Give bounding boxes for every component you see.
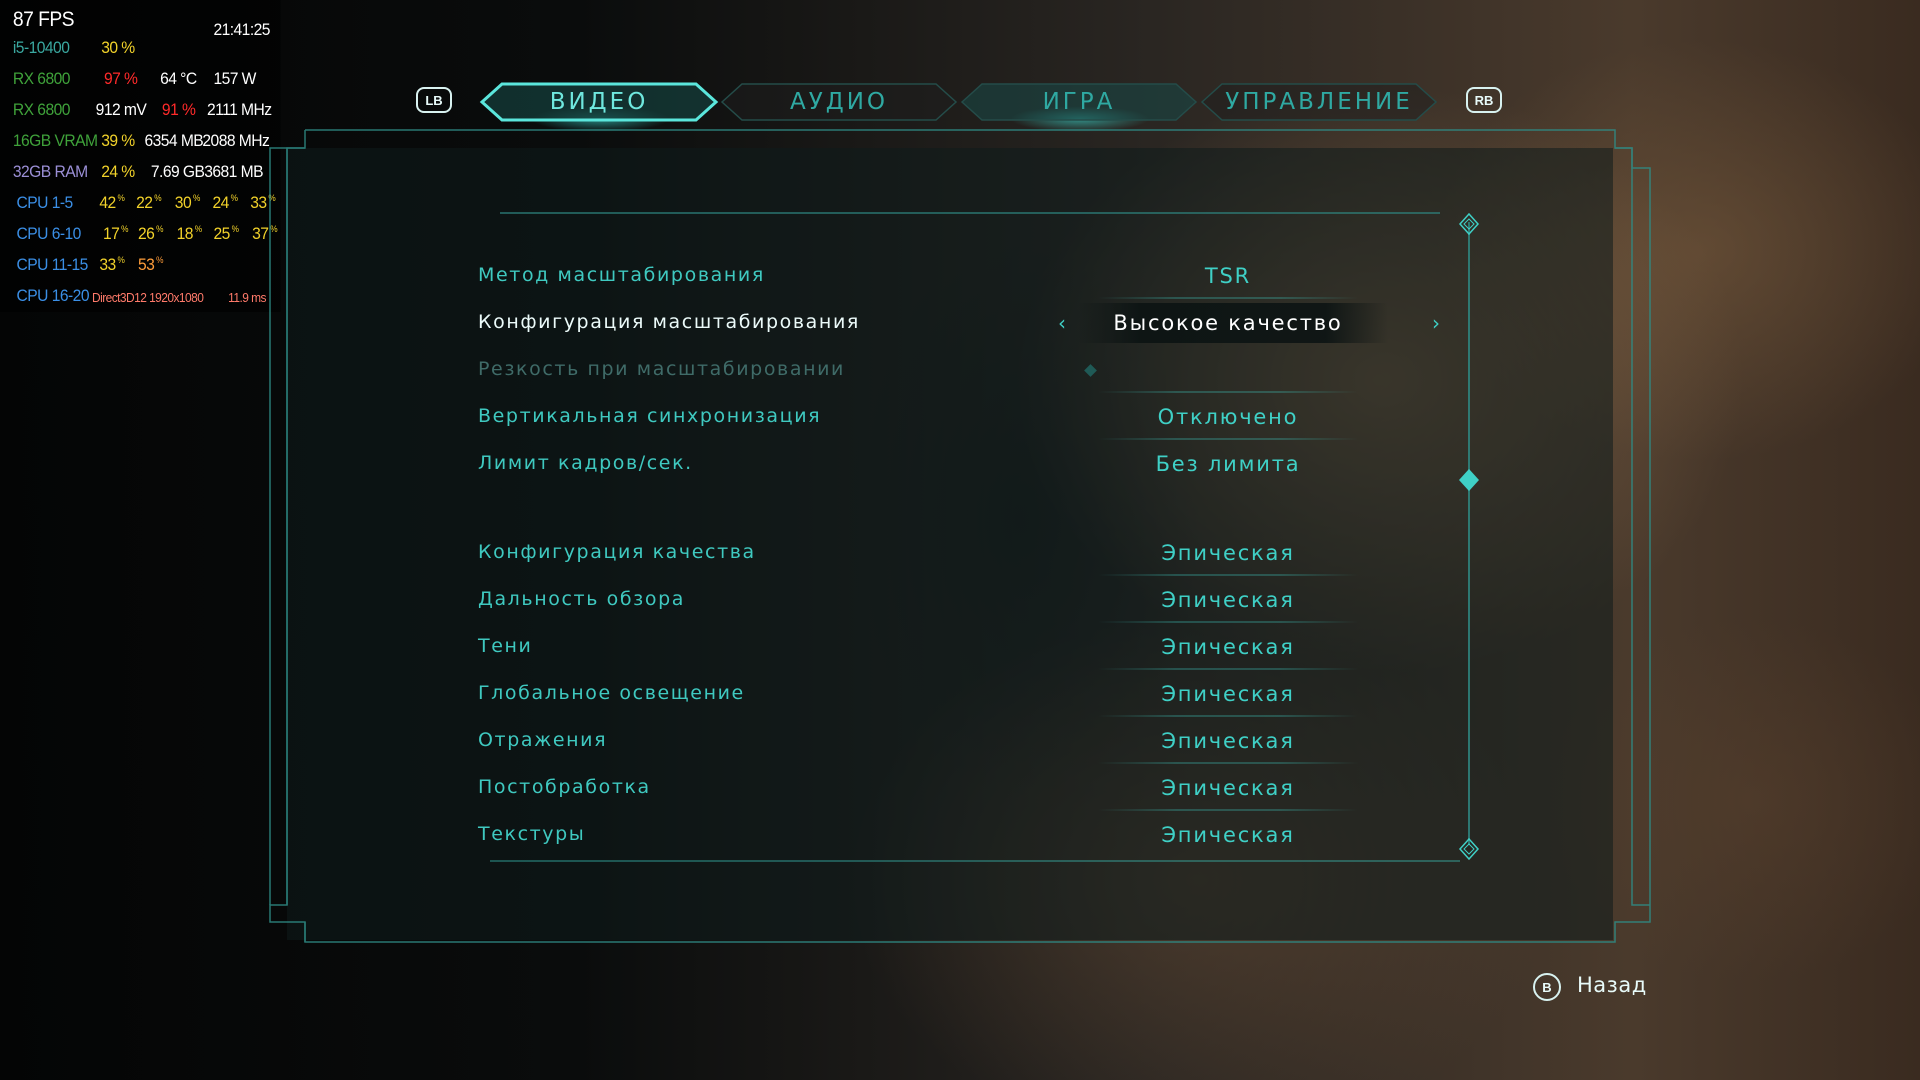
cpu-group-label: CPU 6-10 <box>16 224 82 243</box>
gpu-voltage: 912 mV <box>95 100 147 119</box>
setting-quality-preset[interactable]: Конфигурация качества Эпическая <box>478 533 1458 576</box>
setting-reflections[interactable]: Отражения Эпическая <box>478 721 1458 764</box>
setting-vsync[interactable]: Вертикальная синхронизация Отключено <box>478 397 1458 440</box>
setting-label: Резкость при масштабировании <box>478 358 846 380</box>
setting-label: Конфигурация масштабирования <box>478 311 860 333</box>
setting-label: Постобработка <box>478 776 651 798</box>
cpu-core-load: 18% <box>176 224 203 243</box>
vram-load: 39 % <box>101 131 135 150</box>
setting-upscale-config[interactable]: Конфигурация масштабирования ‹ Высокое к… <box>478 303 1458 343</box>
cpu-group-label: CPU 1-5 <box>16 193 74 212</box>
setting-textures[interactable]: Текстуры Эпическая <box>478 815 1458 855</box>
cpu-load: 30 % <box>101 38 135 57</box>
ram-load: 24 % <box>101 162 135 181</box>
vram-clock: 2088 MHz <box>202 131 270 150</box>
cpu-group-label: CPU 11-15 <box>16 255 89 274</box>
cpu-core-load: 42% <box>99 193 125 212</box>
cpu-core-load: 17% <box>103 224 129 243</box>
setting-shadows[interactable]: Тени Эпическая <box>478 627 1458 670</box>
clock: 21:41:25 <box>213 20 270 39</box>
performance-overlay: 87 FPS 21:41:25 i5-10400 30 % RX 6800 97… <box>0 0 281 312</box>
cpu-core-load: 53% <box>138 255 164 274</box>
tab-audio-label: АУДИО <box>789 89 889 115</box>
setting-value: Эпическая <box>1161 588 1295 612</box>
setting-value: Эпическая <box>1161 823 1295 847</box>
setting-label: Метод масштабирования <box>478 264 765 286</box>
arrow-right-icon[interactable]: › <box>1432 311 1440 335</box>
cpu-core-load: 26% <box>138 224 164 243</box>
gpu-temp: 64 °C <box>160 69 197 88</box>
setting-value: Эпическая <box>1161 729 1295 753</box>
tab-video-label: ВИДЕО <box>549 89 649 115</box>
cpu-core-load: 30% <box>174 193 201 212</box>
setting-label: Отражения <box>478 729 608 751</box>
fps-counter: 87 FPS <box>12 8 75 31</box>
gpu-name: RX 6800 <box>12 69 71 88</box>
rb-button[interactable]: RB <box>1466 87 1502 113</box>
setting-label: Лимит кадров/сек. <box>478 452 693 474</box>
setting-value: Эпическая <box>1161 541 1295 565</box>
frametime: 11.9 ms <box>228 290 266 305</box>
setting-upscale-sharpness: Резкость при масштабировании <box>478 350 1458 393</box>
setting-fps-limit[interactable]: Лимит кадров/сек. Без лимита <box>478 444 1458 484</box>
setting-view-distance[interactable]: Дальность обзора Эпическая <box>478 580 1458 623</box>
cpu-core-load: 24% <box>212 193 239 212</box>
setting-value: Без лимита <box>1155 452 1301 476</box>
gpu-load-2: 91 % <box>161 100 196 119</box>
gpu-clock: 2111 MHz <box>207 100 272 119</box>
setting-label: Дальность обзора <box>478 588 685 610</box>
cpu-core-load: 33% <box>99 255 125 274</box>
cpu-core-load: 22% <box>136 193 162 212</box>
setting-label: Конфигурация качества <box>478 541 756 563</box>
back-button-label[interactable]: Назад <box>1577 973 1647 997</box>
setting-value: Эпическая <box>1161 682 1295 706</box>
b-button-icon[interactable]: B <box>1533 973 1561 1001</box>
setting-label: Текстуры <box>478 823 586 845</box>
tab-audio[interactable]: АУДИО <box>719 82 959 122</box>
arrow-left-icon[interactable]: ‹ <box>1058 311 1066 335</box>
ram-name: 32GB RAM <box>12 162 88 181</box>
gpu-load: 97 % <box>103 69 138 88</box>
setting-value: Эпическая <box>1161 635 1295 659</box>
cpu-core-load: 25% <box>213 224 239 243</box>
gpu-name-2: RX 6800 <box>12 100 71 119</box>
setting-value: Эпическая <box>1161 776 1295 800</box>
setting-post-processing[interactable]: Постобработка Эпическая <box>478 768 1458 811</box>
ram-clock: 3681 MB <box>204 162 263 181</box>
cpu-core-load: 33% <box>250 193 276 212</box>
cpu-group-label: CPU 16-20 <box>16 286 90 305</box>
vram-used: 6354 MB <box>144 131 204 150</box>
tab-controls[interactable]: УПРАВЛЕНИЕ <box>1199 82 1439 122</box>
tab-video[interactable]: ВИДЕО <box>479 82 719 122</box>
cpu-name: i5-10400 <box>12 38 70 57</box>
setting-value: Отключено <box>1157 405 1299 429</box>
setting-label: Вертикальная синхронизация <box>478 405 822 427</box>
slider-handle-icon <box>1084 364 1097 377</box>
gpu-power: 157 W <box>213 69 256 88</box>
setting-upscale-method[interactable]: Метод масштабирования TSR <box>478 256 1458 299</box>
tab-game[interactable]: ИГРА <box>959 82 1199 122</box>
graphics-api: Direct3D12 1920x1080 <box>92 290 204 305</box>
cpu-core-load: 37% <box>252 224 278 243</box>
tab-game-label: ИГРА <box>1042 89 1116 115</box>
setting-label: Тени <box>478 635 533 657</box>
lb-button[interactable]: LB <box>416 87 452 113</box>
vram-name: 16GB VRAM <box>12 131 98 150</box>
ram-used: 7.69 GB <box>150 162 205 181</box>
tab-controls-label: УПРАВЛЕНИЕ <box>1225 89 1413 115</box>
setting-value: TSR <box>1204 264 1252 288</box>
setting-label: Глобальное освещение <box>478 682 745 704</box>
setting-value: Высокое качество <box>1113 311 1343 335</box>
setting-global-illumination[interactable]: Глобальное освещение Эпическая <box>478 674 1458 717</box>
